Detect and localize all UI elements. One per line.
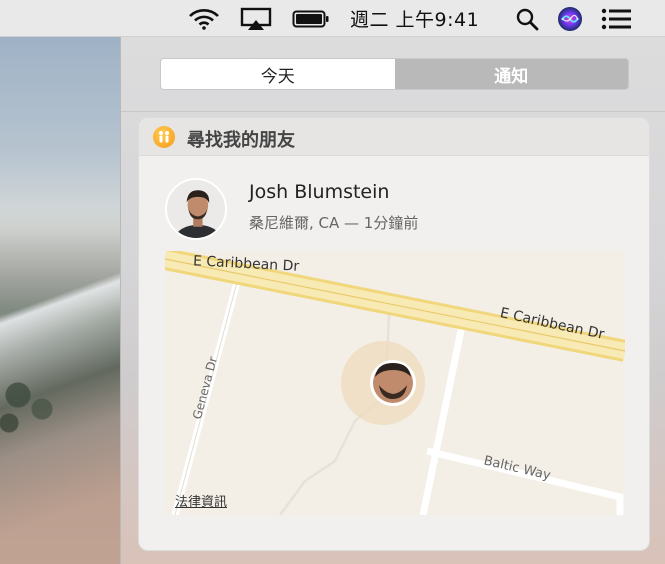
segmented-control: 今天 通知 [160, 58, 629, 90]
panel-divider [121, 111, 665, 112]
battery-icon[interactable] [292, 0, 330, 37]
spotlight-search-icon[interactable] [515, 0, 539, 37]
friend-name[interactable]: Josh Blumstein [249, 181, 389, 203]
notification-center-icon[interactable] [601, 0, 633, 37]
find-my-friends-app-icon [153, 126, 175, 148]
wifi-icon[interactable] [188, 0, 220, 37]
legal-info-link[interactable]: 法律資訊 [175, 491, 227, 510]
trees [0, 367, 60, 437]
friend-location-map[interactable]: E Caribbean Dr E Caribbean Dr Geneva Dr … [165, 251, 625, 515]
widget-title: 尋找我的朋友 [187, 130, 295, 151]
friend-location: 桑尼維爾, CA — 1分鐘前 [249, 214, 419, 232]
widget-header[interactable]: 尋找我的朋友 [139, 118, 649, 156]
airplay-icon[interactable] [240, 0, 272, 37]
find-my-friends-widget: 尋找我的朋友 Josh Blumstein 桑尼維爾, CA — 1分鐘前 E … [138, 117, 650, 551]
menu-clock[interactable]: 週二 上午9:41 [350, 0, 479, 37]
friend-avatar[interactable] [165, 178, 227, 240]
siri-icon[interactable] [557, 0, 583, 37]
tab-today[interactable]: 今天 [161, 59, 395, 89]
desktop-wallpaper [0, 37, 122, 564]
menu-bar: 週二 上午9:41 [0, 0, 665, 37]
notification-center-panel: 今天 通知 尋找我的朋友 Josh Blumstein 桑尼維爾, CA — 1… [120, 37, 665, 564]
tab-notifications[interactable]: 通知 [394, 59, 628, 89]
